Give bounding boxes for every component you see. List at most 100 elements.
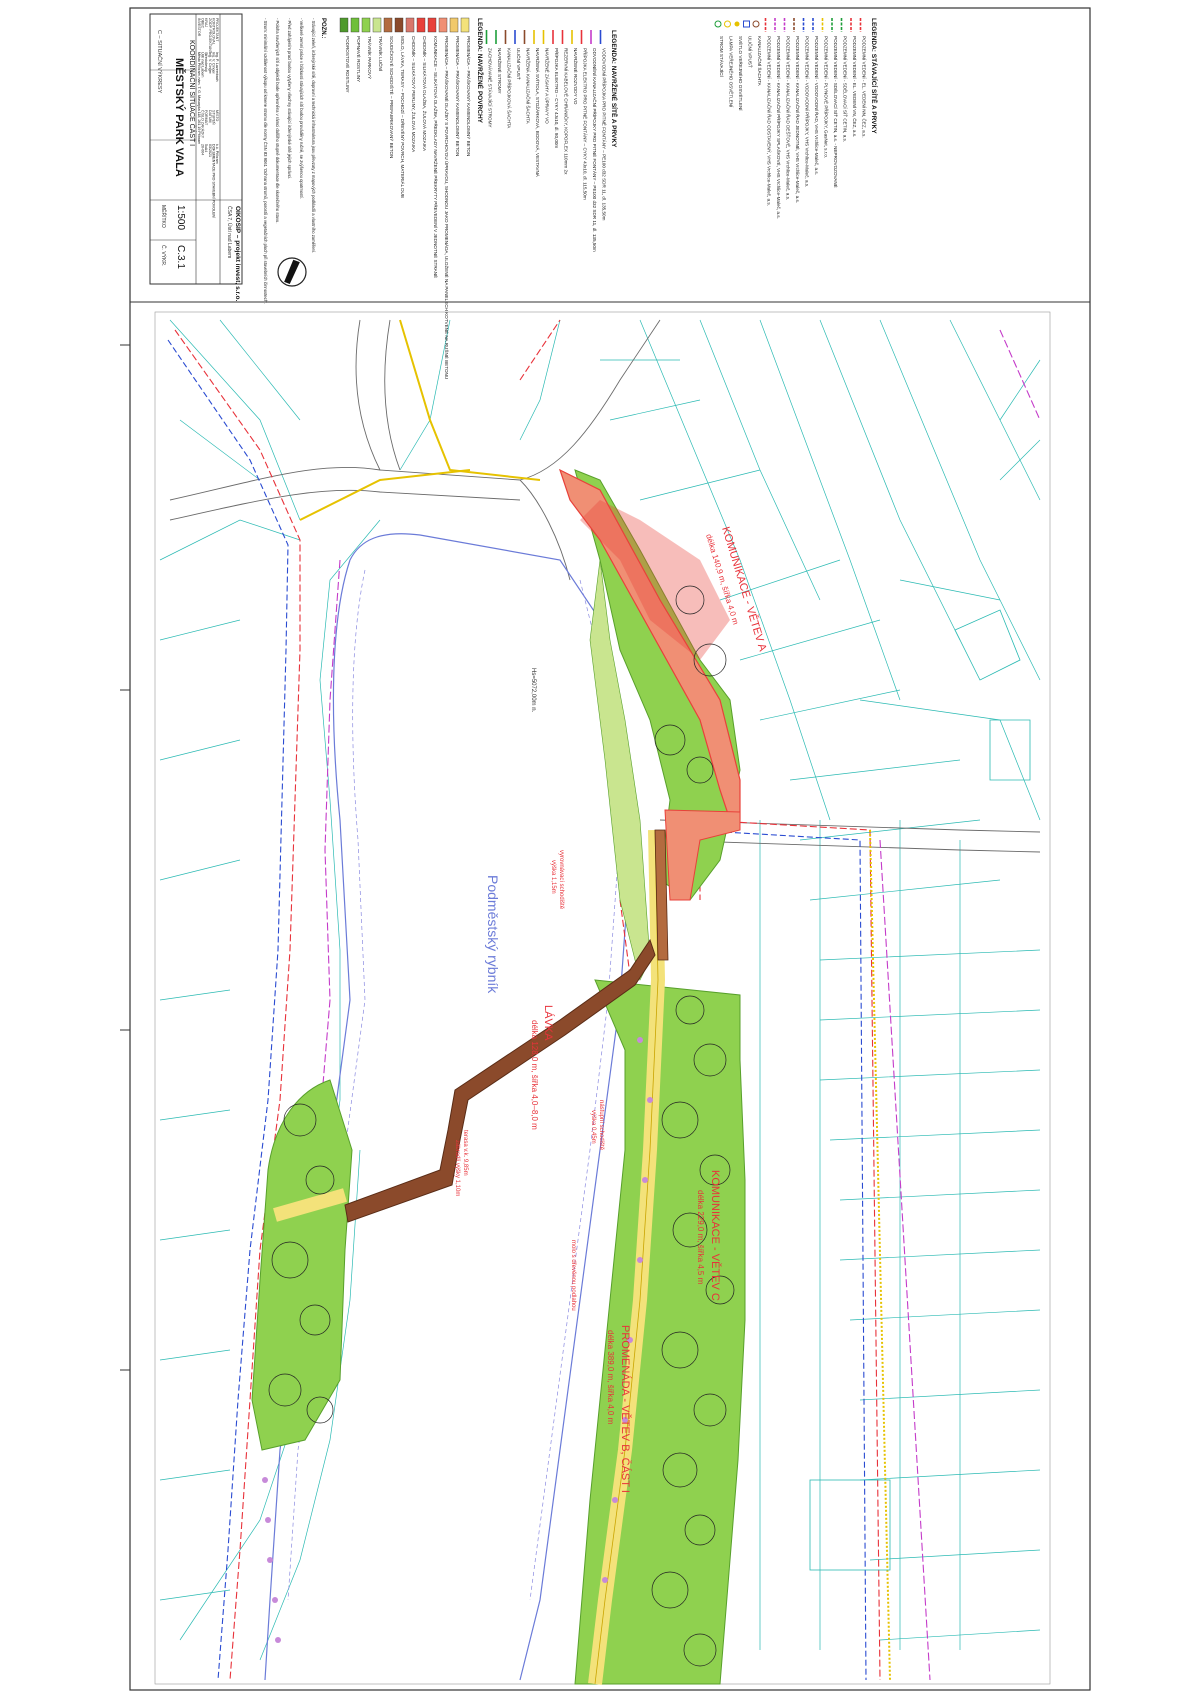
legend-item-label: NAVRŽENÉ ROZVODY VO [573,48,580,105]
legend-swatch-icon [734,21,740,27]
legend-item-label: PODZEMNÍ VEDENÍ - PLYNOVÉ PŘÍPOJKY, GasN… [824,36,831,158]
label-branch-c-dim: délka 229,0 m, šířka 4,5 m [696,1190,705,1285]
legend-item-label: KANALIZAČNÍ PŘÍPOJKOVÁ ŠACHTA [507,48,514,129]
legend-item-label: PODZEMNÍ VEDENÍ - KANALIZAČNÍ ŘAD JEDNOT… [795,36,802,203]
scale-value: 1:500 [175,205,186,230]
title-row-key: INVESTOR [197,18,201,37]
legend-item-label: MOLO, LÁVKA, TERASY – POCHOZÍ – DŘEVĚNÝ … [400,36,407,198]
annotation-1: vyrovnávací schodiště [558,850,564,910]
legend-item-label: SVĚTLO VEŘEJNÉHO OSVĚTLENÍ [738,36,745,111]
notes-title: POZN.: [320,18,326,38]
legend-item-label: VODOVODNÍ PŘÍPOJKA PRO PITNÉ FONTÁNY – P… [602,48,609,221]
legend-item-label: ULIČNÍ VPUSŤ [516,48,523,80]
legend-swatch-icon [427,17,437,33]
legend-item-label: PODZEMNÍ VEDENÍ - KANALIZAČNÍ ŘAD DEŠŤOV… [786,36,793,200]
legend-item-label: REZERVNÍ KABELOVÉ CHRÁNIČKY, KOPOFLEX 11… [564,48,570,175]
annotation-4: výška 0,45m [590,1110,596,1144]
legend-item-label: PODZEMNÍ VEDENÍ - VODOVODNÍ ŘAD, VHS Vrc… [814,36,821,175]
legend-item-label: NAVRŽENÉ STROMY [497,48,504,94]
legend-swatch-icon [372,17,382,33]
legend-swatch-icon [416,17,426,33]
sheet-number: C.3.1 [175,245,186,269]
drawing-name: KOORDINAČNÍ SITUACE ČÁST I [188,40,197,146]
legend-item-label: NAVRŽENÉ ZÁSAHY A ÚPRAVY VO [545,48,552,124]
legend-item-label: PROMENÁDA – PRÁŠKOVANÝ KAMENOLOMNÝ BETON [466,36,472,156]
label-bridge-dim: délka 128,0 m, šířka 4,0–8,0 m [530,1020,539,1130]
legend-new-elements: LEGENDA: NAVRŽENÉ SÍTĚ A PRVKYVODOVODNÍ … [485,30,619,252]
legend-item-label: ULIČNÍ VPUSŤ [748,36,755,68]
legend-item-label: ODVODNĚNÍ KANALIZAČNÍ PŘÍPOJKY PRO PITNÉ… [592,48,599,252]
note-line: - Stávající zeleň, inženýrské sítě, dopr… [311,18,316,253]
legend-item-label: CHODNÍK – SILIKÁTOVÁ DLAŽBA, ŽULOVÁ MOZA… [422,36,429,152]
map-area: Podměstský rybník Hs=5072,00m n. KOMUNIK… [154,311,1051,1685]
legend-swatch-icon [460,17,470,33]
sheet-label: Č. VÝKR. [160,245,167,266]
legend-item-label: NAVRŽENÁ KANALIZAČNÍ ŠACHTA [526,48,533,125]
legend-item-label: LAMPA VEŘEJNÉHO OSVĚTLENÍ [729,36,736,108]
title-block: PROJEKTANTIng. P. LazembachKONTROLOVALIn… [149,13,243,301]
company-name: OIKOSIP – projekt invest, s.r.o. [234,206,241,301]
annotation-6: terasa v.k. 9,85m [462,1130,468,1176]
title-row-key: ČÍSLO ZAKÁZKY [201,110,206,139]
legend-item-label: STROM STÁVAJÍCÍ [719,36,725,77]
company-address: ČSA 7, Ústí nad Labem [226,206,233,258]
legend-item-label: PODZEMNÍ VEDENÍ - SDĚLOVACÍ SÍŤ CETIN, a… [833,36,840,188]
legend-swatch-icon [383,17,393,33]
label-bridge: LÁVKA [542,1005,555,1041]
legend-title: LEGENDA: STÁVAJÍCÍ SÍTĚ A PRVKY [870,18,879,134]
legend-utilities: LEGENDA: STÁVAJÍCÍ SÍTĚ A PRVKYPODZEMNÍ … [714,18,879,219]
legend-item-label: SOUDIČKOVÉ SCHODIŠTĚ – PREFABRIKOVANÝ BE… [389,36,396,158]
label-promenade-b: PROMENÁDA - VĚTEV B, ČÁST I [619,1325,632,1493]
legend-swatch-icon [752,20,760,28]
legend-swatch-icon [724,20,731,28]
legend-item-label: NAVRŽENÁ SVÍTIDLA, STOŽÁRKOVÁ, BODOVÁ, V… [535,48,542,178]
project-label: C – SITUAČNÍ VÝKRESY [156,30,163,94]
legend-swatch-icon [361,17,371,33]
legend-item-label: PODROSTOVÉ ROSTLINY [345,36,351,93]
legend-item-label: TRÁVNÍK PARKOVÝ [367,36,373,79]
legend-item-label: PODZEMNÍ VEDENÍ - KANALIZAČNÍ ŘAD ODSTAV… [767,36,774,206]
legend-item-label: KANALIZAČNÍ ŠACHTA [757,36,763,87]
label-promenade-b-dim: délka 389,0 m, šířka 4,0 m [606,1330,615,1425]
legend-item-label: KOMUNIKACE – SILIKÁTOVÁ DLAŽBA, PŘEDKLAD… [433,36,440,278]
drawing-sheet: Podměstský rybník Hs=5072,00m n. KOMUNIK… [120,7,1091,1691]
note-line: - Před zahájením prací budou vytyčeny vš… [287,18,292,179]
legend-item-label: TRÁVNÍK LUČNÍ [378,36,384,72]
legend-swatch-icon [438,17,448,33]
annotation-7: zábradlí výšky 1,10m [454,1140,460,1196]
legend-item-label: PROMENÁDA – PRÁŠKOVANÉ DLAŽBY S POVRCHOV… [444,36,451,379]
legend-swatch-icon [743,20,750,28]
legend-swatch-icon [405,17,415,33]
legend-item-label: CHODNÍK – SILIKÁTOVÝ PERLINY, ŽULOVÁ MOZ… [411,36,418,153]
legend-swatch-icon [339,17,349,33]
title-row-value: 20-004 [201,144,205,155]
legend-item-label: PŘÍPOJKA ELEKTRO – CYKY 4Jx10, dl. 80,00… [554,48,561,148]
legend-item-label: PODZEMNÍ VEDENÍ - KANALIZAČNÍ PŘÍPOJKY S… [776,36,783,219]
annotation-5: molo s dřevěnou podlahou [570,1240,576,1311]
legend-title: LEGENDA: NAVRŽENÉ SÍTĚ A PRVKY [610,30,619,148]
legend-item-label: PŘÍPOJKA ELEKTRO PRO PITNÉ FONTÁNY – CYK… [583,48,590,200]
legend-item-label: PODZEMNÍ VEDENÍ - EL. VEDENÍ NN, ČEZ, a.… [862,36,868,138]
elevation-label: Hs=5072,00m n. [530,668,536,713]
legend-item-label: PODZEMNÍ VEDENÍ - VODOVODNÍ PŘÍPOJKY, VH… [805,36,812,187]
project-name: MĚSTSKÝ PARK VALA [173,58,186,177]
legend-swatch-icon [394,17,404,33]
legend-title: LEGENDA: NAVRŽENÉ POVRCHY [476,18,485,124]
note-line: - Strom: minimální vzdálenost výkopu od … [263,18,268,304]
legend-swatch-icon [714,20,722,28]
scale-label: MĚŘÍTKO [160,205,168,228]
legend-item-label: ZACHOVÁVANÉ STÁVAJÍCÍ STROMY [488,48,494,127]
legend-swatch-icon [449,17,459,33]
note-line: - Poloha navržených sítí a objektů bude … [275,18,280,224]
legend-item-label: PODZEMNÍ VEDENÍ - SDĚLOVACÍ SÍŤ CETIN, a… [843,36,850,142]
annotation-3: nástupní schodiště [598,1100,604,1151]
legend-item-label: POPNAVÉ ROSTLINY [356,36,362,82]
annotation-2: výška 1,15m [550,860,556,894]
legend-swatch-icon [350,17,360,33]
note-line: - Veškeré zemní práce v blízkosti stávaj… [299,18,304,199]
legend-item-label: PODZEMNÍ VEDENÍ - EL. VEDENÍ VN, ČEZ, a.… [852,36,858,137]
north-arrow [277,257,307,287]
label-branch-c: KOMUNIKACE - VĚTEV C [709,1170,722,1301]
legend-item-label: PROMENÁDA – PRÁŠKOVANÝ KAMENOLOMNÝ BETON [455,36,461,156]
title-row-value: Město Příbram, nám. T. G. Masaryka 118, … [197,52,201,144]
